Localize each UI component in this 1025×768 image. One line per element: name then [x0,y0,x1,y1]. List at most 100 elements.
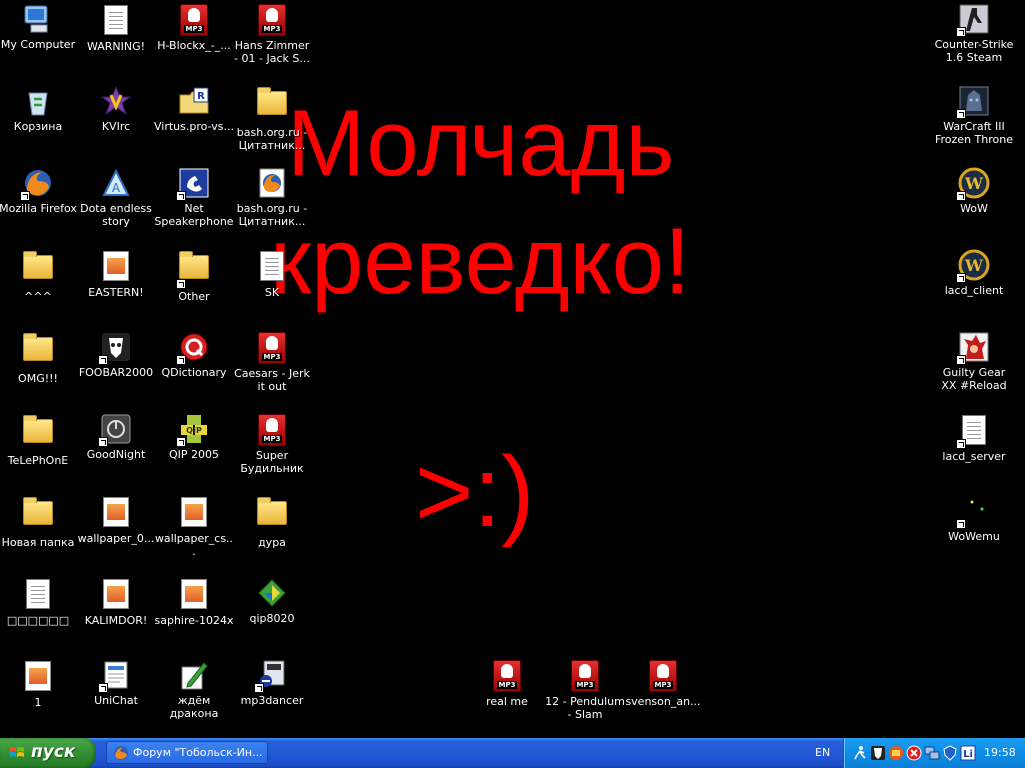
icon-label: EASTERN! [88,286,144,299]
desktop-icon-wallpaper-cs[interactable]: wallpaper_cs... [154,495,234,558]
desktop-icon-net-speakerphone[interactable]: Net Speakerphone [154,167,234,228]
desktop-icon-wallpaper-0[interactable]: wallpaper_0... [76,495,156,545]
desktop-icon-boxes[interactable]: □□□□□□ [0,577,78,627]
shortcut-arrow-icon [98,683,108,693]
icon-label: Hans Zimmer - 01 - Jack S... [234,39,310,65]
desktop-icon-pendulum[interactable]: MP3 12 - Pendulum - Slam [545,659,625,721]
desktop-icon-firefox[interactable]: Mozilla Firefox [0,167,78,215]
desktop-icon-super-alarm[interactable]: MP3 Super Будильник [232,413,312,475]
desktop-icon-new-folder[interactable]: Новая папка [0,495,78,549]
kvirc-icon [100,85,132,117]
language-indicator[interactable]: EN [815,746,830,759]
svg-text:W: W [964,174,984,193]
svg-text:W: W [964,256,984,275]
desktop-icon-mp3dancer[interactable]: mp3dancer [232,659,312,707]
desktop-icon-saphire[interactable]: saphire-1024x [154,577,234,627]
shortcut-arrow-icon [956,273,966,283]
desktop-icon-wowemu[interactable]: WoWemu [934,495,1014,543]
system-tray: Li 19:58 [843,738,1025,768]
shortcut-arrow-icon [956,355,966,365]
counter-strike-icon [956,3,990,37]
icon-label: KALIMDOR! [84,614,148,627]
desktop-icon-guilty-gear[interactable]: Guilty Gear XX #Reload [934,331,1014,392]
folder-icon [22,415,54,451]
icon-label: H-Blockx_-_... [157,39,231,52]
network-icon[interactable] [924,745,940,761]
icon-label: □□□□□□ [6,614,70,627]
desktop-icon-bash-link[interactable]: bash.org.ru - Цитатник... [232,167,312,228]
desktop-icon-kalimdor[interactable]: KALIMDOR! [76,577,156,627]
desktop-icon-svenson[interactable]: MP3 svenson_an... [623,659,703,708]
image-file-icon [100,579,132,611]
desktop-icon-virtus[interactable]: R Virtus.pro-vs... [154,85,234,133]
taskbar: пуск Форум "Тобольск-Ин... EN Li 19:58 [0,738,1025,768]
icon-label: Other [178,290,210,303]
desktop-icon-bash-folder[interactable]: bash.org.ru - Цитатник... [232,85,312,152]
taskbar-button-label: Форум "Тобольск-Ин... [133,746,263,759]
desktop-icon-real-me[interactable]: MP3 real me [467,659,547,708]
desktop-icon-qip8020[interactable]: qip8020 [232,577,312,625]
firewall-icon[interactable] [888,745,904,761]
icon-label: дура [258,536,286,549]
guilty-gear-icon [956,331,990,365]
foobar-icon[interactable] [870,745,886,761]
shortcut-arrow-icon [956,27,966,37]
desktop-icon-dota-story[interactable]: A Dota endless story [76,167,156,228]
shield-icon[interactable] [942,745,958,761]
desktop-icon-caesars[interactable]: MP3 Caesars - Jerk it out [232,331,312,393]
start-button[interactable]: пуск [0,738,96,768]
icon-label: mp3dancer [240,694,304,707]
desktop-icon-other[interactable]: Other [154,249,234,303]
taskbar-button-firefox[interactable]: Форум "Тобольск-Ин... [106,741,268,764]
lingvo-icon[interactable]: Li [960,745,976,761]
desktop-icon-goodnight[interactable]: GoodNight [76,413,156,461]
pencil-document-icon [178,659,210,691]
desktop-icon-h-blockx[interactable]: MP3 H-Blockx_-_... [154,3,234,52]
text-document-icon [256,251,288,283]
desktop-icon-telephone[interactable]: TeLePhOnE [0,413,78,467]
blocked-icon[interactable] [906,745,922,761]
desktop-icon-hans-zimmer[interactable]: MP3 Hans Zimmer - 01 - Jack S... [232,3,312,65]
desktop-icon-qdictionary[interactable]: QDictionary [154,331,234,379]
desktop-icon-sk[interactable]: SK [232,249,312,299]
icon-label: qip8020 [249,612,295,625]
qdictionary-icon [176,331,210,365]
start-label: пуск [31,742,76,762]
desktop-icon-counter-strike[interactable]: Counter-Strike 1.6 Steam [934,3,1014,64]
icon-label: My Computer [0,38,76,51]
folder-icon [256,497,288,533]
desktop-icon-lacd-client[interactable]: W lacd_client [934,249,1014,297]
desktop-icon-warning[interactable]: WARNING! [76,3,156,53]
icon-label: Mozilla Firefox [0,202,77,215]
desktop-icon-foobar[interactable]: FOOBAR2000 [76,331,156,379]
desktop-icon-folder-hats[interactable]: ^^^ [0,249,78,303]
desktop-icon-recycle-bin[interactable]: Корзина [0,85,78,133]
mp3-file-icon: MP3 [491,660,523,692]
desktop-icon-dura[interactable]: дура [232,495,312,549]
mp3-file-icon: MP3 [256,414,288,446]
desktop-icon-wow[interactable]: W WoW [934,167,1014,215]
wow-icon: W [956,167,990,201]
folder-icon [22,251,54,287]
desktop-icon-dragon[interactable]: ждём дракона [154,659,234,720]
desktop-icon-omg[interactable]: OMG!!! [0,331,78,385]
desktop-icon-one[interactable]: 1 [0,659,78,709]
desktop-icon-eastern[interactable]: EASTERN! [76,249,156,299]
desktop-icon-warcraft[interactable]: WarCraft III Frozen Throne [934,85,1014,146]
folder-icon [256,87,288,123]
clock[interactable]: 19:58 [984,746,1016,759]
qip-icon: QIP [176,413,210,447]
image-file-icon [178,497,210,529]
icon-label: bash.org.ru - Цитатник... [236,202,308,228]
desktop-icon-qip[interactable]: QIP QIP 2005 [154,413,234,461]
recycle-bin-icon [22,85,54,117]
desktop-icon-lacd-server[interactable]: lacd_server [934,413,1014,463]
phone-icon [176,167,210,201]
desktop[interactable]: Молчадь креведко! >:) My Computer Корзин… [0,0,1025,738]
icon-label: lacd_client [944,284,1004,297]
running-man-icon[interactable] [852,745,868,761]
icon-label: Caesars - Jerk it out [234,367,310,393]
desktop-icon-unichat[interactable]: UniChat [76,659,156,707]
desktop-icon-my-computer[interactable]: My Computer [0,3,78,51]
desktop-icon-kvirc[interactable]: KVIrc [76,85,156,133]
